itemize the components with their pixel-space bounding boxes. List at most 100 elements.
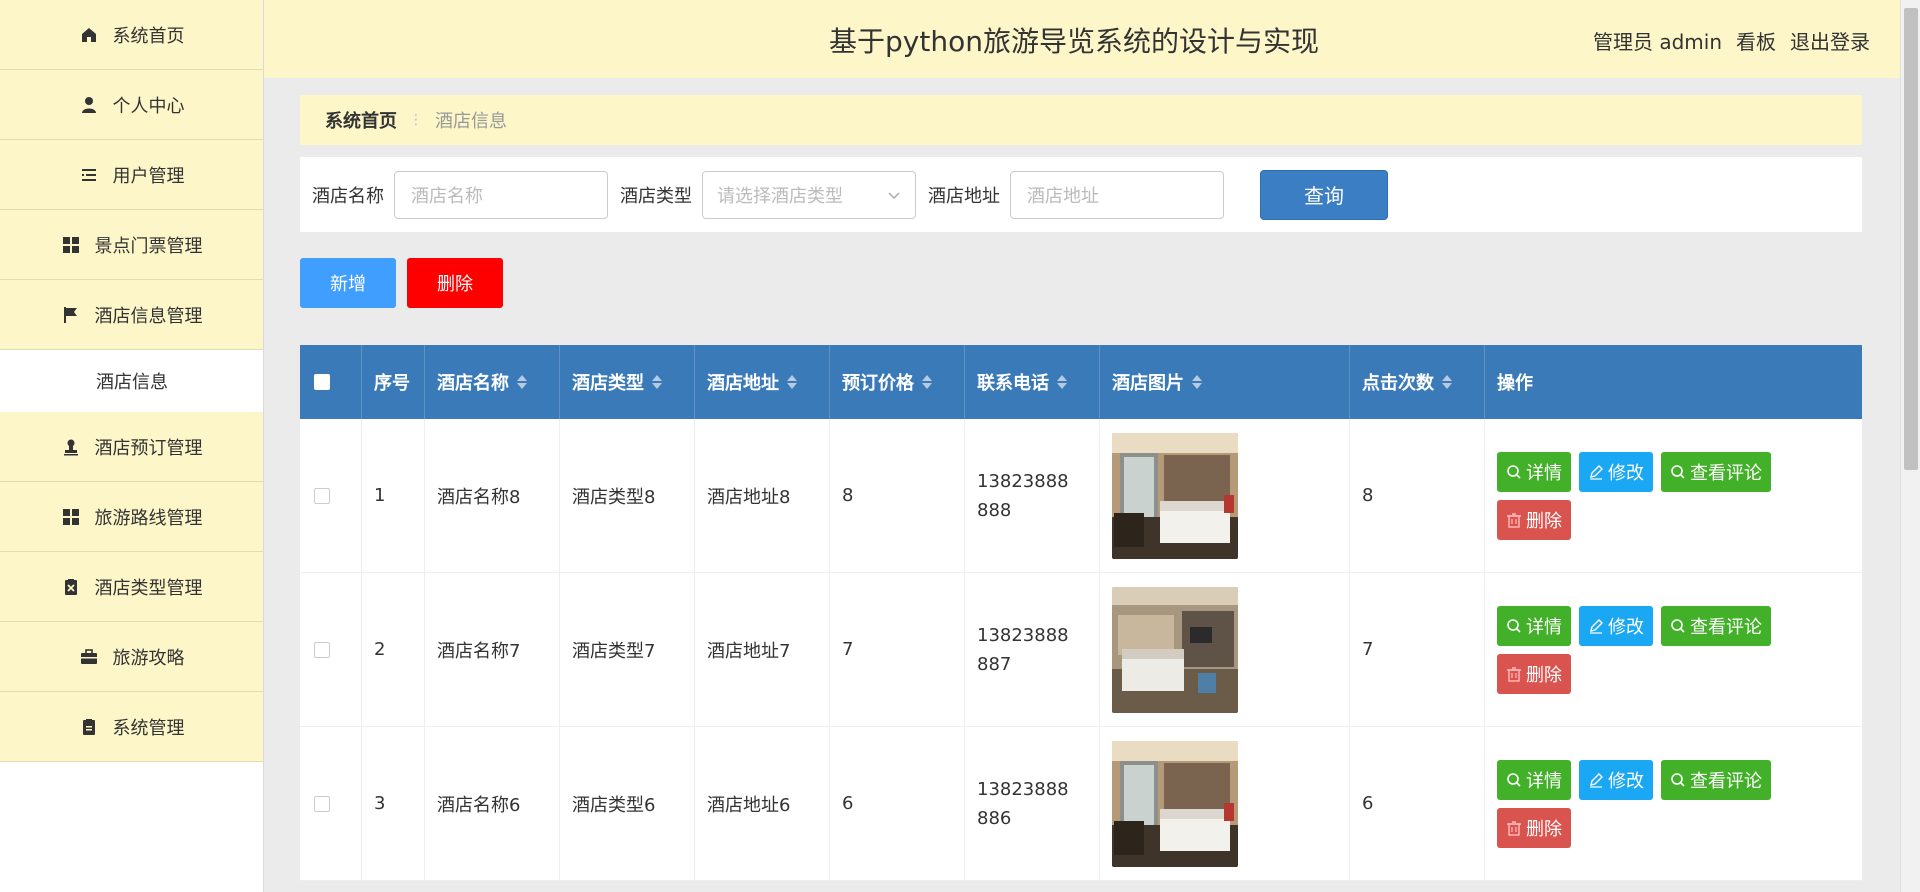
sidebar: 系统首页 个人中心 用户管理 景点门票管理 酒店信息管理 酒店信息 酒店预订管理 [0, 0, 264, 892]
current-user: 管理员 admin [1592, 30, 1722, 54]
hotel-name: 酒店名称7 [425, 573, 560, 726]
batch-delete-button[interactable]: 删除 [407, 258, 503, 308]
query-button[interactable]: 查询 [1260, 169, 1388, 220]
view-reviews-button[interactable]: 查看评论 [1661, 451, 1771, 492]
sort-icon[interactable] [1192, 375, 1202, 389]
hotel-type: 酒店类型6 [560, 727, 695, 880]
detail-button[interactable]: 详情 [1497, 605, 1571, 646]
row-delete-button[interactable]: 删除 [1497, 807, 1571, 848]
row-checkbox[interactable] [314, 487, 330, 504]
sidebar-item-system-management[interactable]: 系统管理 [0, 692, 263, 762]
click-count: 8 [1350, 419, 1485, 572]
sidebar-item-label: 个人中心 [112, 95, 185, 117]
column-header[interactable]: 点击次数 [1350, 345, 1485, 419]
view-reviews-button[interactable]: 查看评论 [1661, 605, 1771, 646]
select-all-checkbox[interactable] [314, 374, 330, 390]
sort-icon[interactable] [652, 375, 662, 389]
list-icon [79, 165, 99, 185]
sidebar-item-label: 景点门票管理 [94, 235, 203, 257]
chevron-down-icon [887, 184, 901, 205]
row-delete-button[interactable]: 删除 [1497, 653, 1571, 694]
logout-link[interactable]: 退出登录 [1790, 26, 1870, 55]
sidebar-item-route-management[interactable]: 旅游路线管理 [0, 482, 263, 552]
sidebar-item-hotel-type-management[interactable]: 酒店类型管理 [0, 552, 263, 622]
hotel-type: 酒店类型8 [560, 419, 695, 572]
row-delete-button[interactable]: 删除 [1497, 499, 1571, 540]
detail-button[interactable]: 详情 [1497, 759, 1571, 800]
sidebar-item-hotel-booking-management[interactable]: 酒店预订管理 [0, 412, 263, 482]
hotel-image[interactable] [1112, 740, 1238, 867]
hotel-name-label: 酒店名称 [312, 185, 384, 207]
sidebar-item-personal-center[interactable]: 个人中心 [0, 70, 263, 140]
sidebar-item-travel-guide[interactable]: 旅游攻略 [0, 622, 263, 692]
breadcrumb-home[interactable]: 系统首页 [325, 107, 397, 133]
row-checkbox[interactable] [314, 795, 330, 812]
edit-icon [1590, 464, 1603, 480]
hotel-address: 酒店地址8 [695, 419, 830, 572]
search-icon [1671, 618, 1685, 633]
hotel-table: 序号 酒店名称 酒店类型 酒店地址 预订价格 联系电话 酒店图片 点击次数 操作… [300, 345, 1862, 881]
contact-phone: 13823888886 [977, 778, 1069, 829]
click-count: 6 [1350, 727, 1485, 880]
edit-button[interactable]: 修改 [1579, 759, 1653, 800]
contact-phone: 13823888887 [977, 624, 1069, 675]
sidebar-item-label: 旅游攻略 [112, 647, 185, 669]
hotel-name: 酒店名称8 [425, 419, 560, 572]
hotel-address: 酒店地址7 [695, 573, 830, 726]
briefcase-icon [79, 647, 99, 667]
column-header[interactable]: 酒店类型 [560, 345, 695, 419]
column-header[interactable]: 酒店名称 [425, 345, 560, 419]
edit-icon [1590, 618, 1603, 634]
hotel-image[interactable] [1112, 432, 1238, 559]
booking-price: 8 [830, 419, 965, 572]
stamp-icon [61, 437, 81, 457]
column-header[interactable]: 酒店图片 [1100, 345, 1350, 419]
search-icon [1507, 464, 1521, 479]
clipboard-x-icon [61, 577, 81, 597]
view-reviews-button[interactable]: 查看评论 [1661, 759, 1771, 800]
column-header[interactable]: 预订价格 [830, 345, 965, 419]
row-actions: 详情 修改 查看评论 删除 [1497, 451, 1797, 540]
hotel-type: 酒店类型7 [560, 573, 695, 726]
sidebar-item-user-management[interactable]: 用户管理 [0, 140, 263, 210]
dashboard-link[interactable]: 看板 [1736, 26, 1776, 55]
sidebar-item-home[interactable]: 系统首页 [0, 0, 263, 70]
sort-icon[interactable] [922, 375, 932, 389]
sidebar-item-hotel-info-management[interactable]: 酒店信息管理 [0, 280, 263, 350]
sidebar-item-ticket-management[interactable]: 景点门票管理 [0, 210, 263, 280]
table-row: 2 酒店名称7 酒店类型7 酒店地址7 7 13823888887 7 详情 修… [300, 573, 1862, 727]
sort-icon[interactable] [517, 375, 527, 389]
vertical-scrollbar[interactable] [1900, 0, 1920, 892]
column-header[interactable]: 联系电话 [965, 345, 1100, 419]
table-header: 序号 酒店名称 酒店类型 酒店地址 预订价格 联系电话 酒店图片 点击次数 操作 [300, 345, 1862, 419]
hotel-type-placeholder: 请选择酒店类型 [717, 185, 843, 207]
hotel-name: 酒店名称6 [425, 727, 560, 880]
column-header[interactable]: 酒店地址 [695, 345, 830, 419]
edit-button[interactable]: 修改 [1579, 605, 1653, 646]
home-icon [79, 25, 99, 45]
sort-icon[interactable] [1442, 375, 1452, 389]
detail-button[interactable]: 详情 [1497, 451, 1571, 492]
hotel-image[interactable] [1112, 586, 1238, 713]
sort-icon[interactable] [787, 375, 797, 389]
row-checkbox[interactable] [314, 641, 330, 658]
flag-icon [61, 305, 81, 325]
edit-button[interactable]: 修改 [1579, 451, 1653, 492]
sidebar-item-label: 酒店类型管理 [94, 577, 203, 599]
click-count: 7 [1350, 573, 1485, 726]
sidebar-item-label: 酒店信息 [96, 372, 168, 393]
sidebar-subitem-hotel-info[interactable]: 酒店信息 [0, 350, 263, 412]
user-icon [79, 95, 99, 115]
table-row: 1 酒店名称8 酒店类型8 酒店地址8 8 13823888888 8 详情 修… [300, 419, 1862, 573]
hotel-type-select[interactable]: 请选择酒店类型 [702, 170, 916, 219]
breadcrumb-current: 酒店信息 [435, 111, 507, 132]
hotel-type-label: 酒店类型 [620, 185, 692, 207]
hotel-address-input[interactable]: 酒店地址 [1010, 170, 1224, 219]
hotel-name-input[interactable]: 酒店名称 [394, 170, 608, 219]
sidebar-item-label: 系统首页 [112, 25, 185, 47]
breadcrumb: 系统首页 ⋮ 酒店信息 [300, 95, 1862, 145]
sort-icon[interactable] [1057, 375, 1067, 389]
row-actions: 详情 修改 查看评论 删除 [1497, 605, 1797, 694]
add-button[interactable]: 新增 [300, 258, 396, 308]
scrollbar-thumb[interactable] [1904, 8, 1918, 470]
